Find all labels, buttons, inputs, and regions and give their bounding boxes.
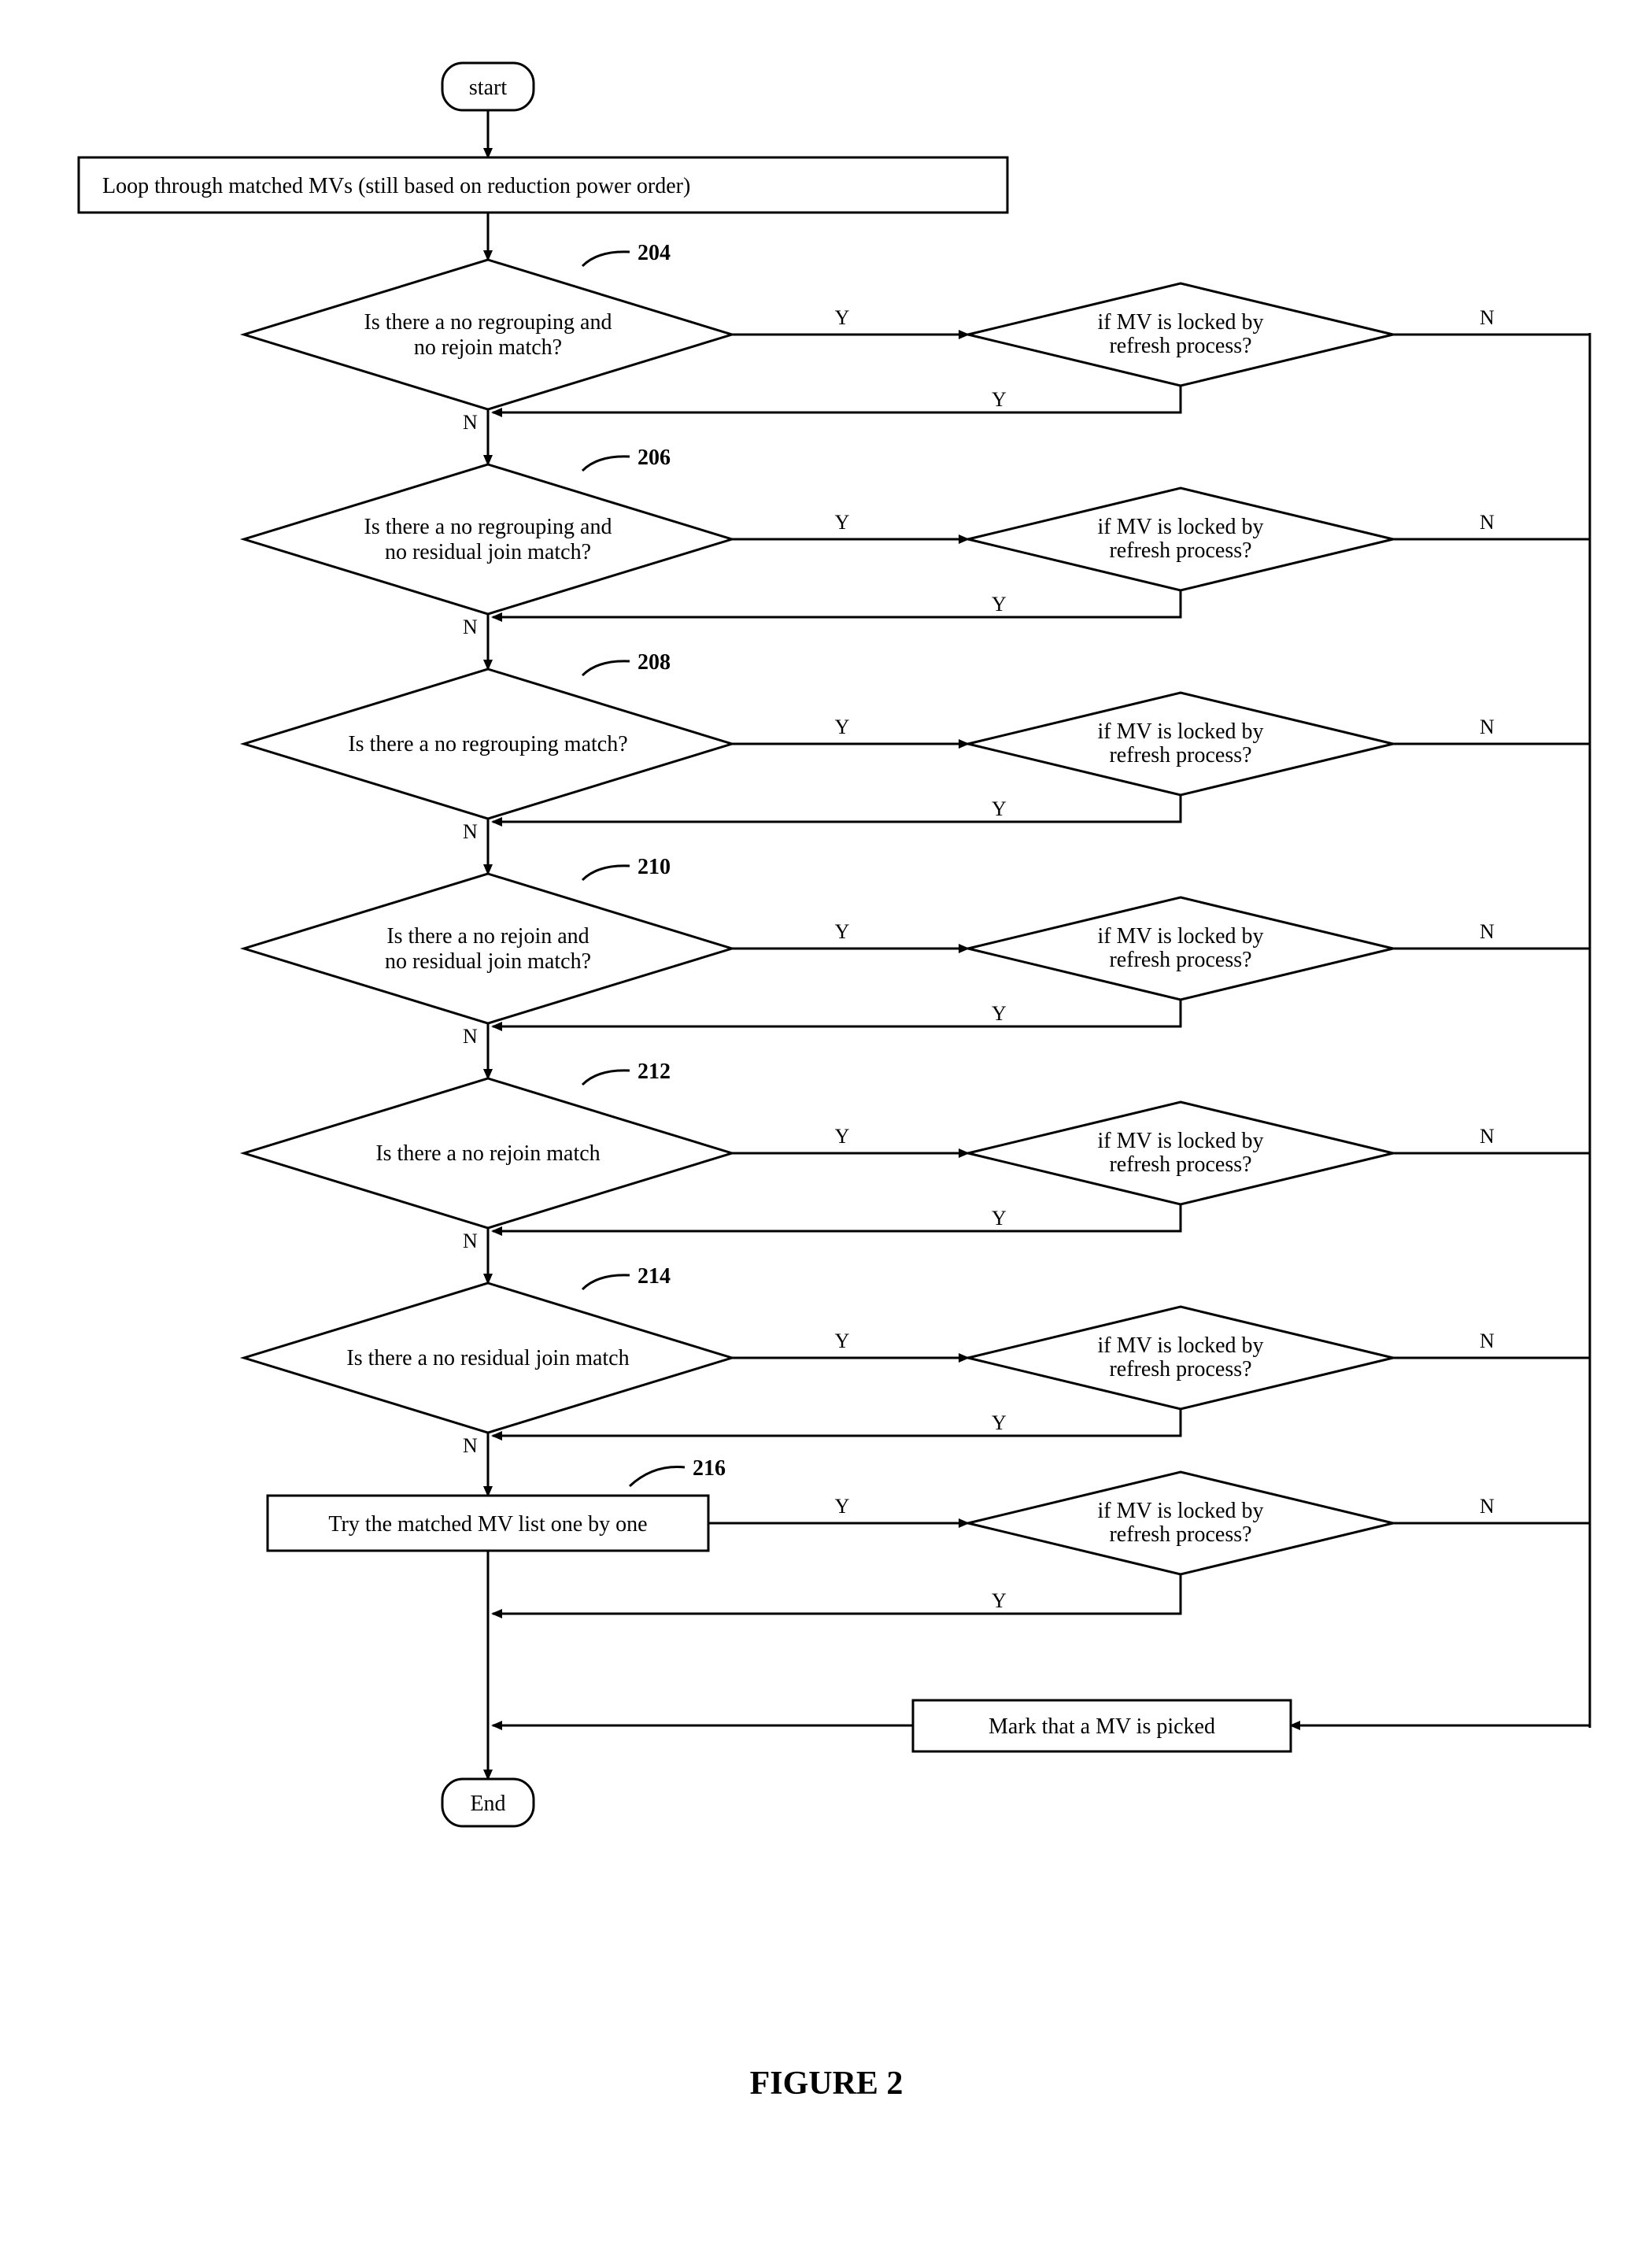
flowchart-svg: start Loop through matched MVs (still ba… [31,31,1621,2225]
start-terminal: start [442,63,534,110]
ref-206: 206 [638,446,671,470]
lock-try-line1: if MV is locked by [1097,1499,1263,1523]
edge-y-214: Y [835,1330,850,1352]
ref-216: 216 [693,1456,726,1481]
lock-212-line2: refresh process? [1109,1152,1251,1177]
lock-206-line1: if MV is locked by [1097,515,1263,539]
lock-210-line2: refresh process? [1109,948,1251,972]
edge-n-left-206: N [463,616,478,638]
edge-n-left-212: N [463,1230,478,1252]
lock-214-line1: if MV is locked by [1097,1333,1263,1358]
decision-204-line2: no rejoin match? [414,335,562,360]
edge-n-lock-214: N [1480,1330,1495,1352]
edge-n-left-214: N [463,1434,478,1457]
edge-n-lock-try: N [1480,1495,1495,1518]
edge-y-lock-210: Y [992,1002,1007,1025]
edge-y-lock-206: Y [992,593,1007,616]
edge-y-lock-208: Y [992,797,1007,820]
end-terminal: End [442,1779,534,1826]
ref-210: 210 [638,855,671,879]
edge-n-lock-208: N [1480,716,1495,738]
lock-212-line1: if MV is locked by [1097,1129,1263,1153]
edge-y-lock-try: Y [992,1589,1007,1612]
edge-n-left-208: N [463,820,478,843]
decision-204-line1: Is there a no regrouping and [364,310,612,335]
edge-y-lock-204: Y [992,388,1007,411]
edge-y-try: Y [835,1495,850,1518]
edge-n-lock-212: N [1480,1125,1495,1148]
edge-n-lock-210: N [1480,920,1495,943]
ref-208: 208 [638,650,671,675]
decision-206-line2: no residual join match? [385,540,591,564]
edge-y-210: Y [835,920,850,943]
decision-214-line1: Is there a no residual join match [346,1346,629,1370]
decision-212-line1: Is there a no rejoin match [375,1141,600,1166]
edge-y-206: Y [835,511,850,534]
ref-214: 214 [638,1264,671,1289]
figure-title: FIGURE 2 [750,2066,904,2102]
decision-204-row: Is there a no regrouping and no rejoin m… [244,241,1590,464]
try-box-label: Try the matched MV list one by one [328,1512,647,1537]
lock-204-line2: refresh process? [1109,334,1251,358]
ref-212: 212 [638,1060,671,1084]
lock-208-line2: refresh process? [1109,743,1251,767]
loop-process: Loop through matched MVs (still based on… [79,157,1007,213]
decision-208-line1: Is there a no regrouping match? [348,732,627,756]
edge-n-left-210: N [463,1025,478,1048]
lock-204-line1: if MV is locked by [1097,310,1263,335]
lock-206-line2: refresh process? [1109,538,1251,563]
mark-process: Mark that a MV is picked [913,1700,1291,1751]
edge-y-208: Y [835,716,850,738]
start-label: start [469,76,507,100]
decision-210-line1: Is there a no rejoin and [386,924,589,949]
edge-y-204: Y [835,306,850,329]
edge-n-lock-204: N [1480,306,1495,329]
decision-212-row: Is there a no rejoin match 212 Y if MV i… [244,1060,1590,1283]
loop-label: Loop through matched MVs (still based on… [102,174,690,198]
edge-y-lock-214: Y [992,1411,1007,1434]
edge-n-lock-206: N [1480,511,1495,534]
lock-210-line1: if MV is locked by [1097,924,1263,949]
edge-y-212: Y [835,1125,850,1148]
mark-box-label: Mark that a MV is picked [989,1714,1215,1739]
edge-n-left-204: N [463,411,478,434]
decision-208-row: Is there a no regrouping match? 208 Y if… [244,650,1590,874]
lock-try-line2: refresh process? [1109,1522,1251,1547]
decision-210-line2: no residual join match? [385,949,591,974]
end-label: End [470,1792,505,1816]
decision-206-line1: Is there a no regrouping and [364,515,612,539]
decision-210-row: Is there a no rejoin and no residual joi… [244,855,1590,1078]
ref-204: 204 [638,241,671,265]
lock-214-line2: refresh process? [1109,1357,1251,1381]
edge-y-lock-212: Y [992,1207,1007,1230]
decision-214-row: Is there a no residual join match 214 Y … [244,1264,1590,1496]
decision-206-row: Is there a no regrouping and no residual… [244,446,1590,669]
lock-208-line1: if MV is locked by [1097,719,1263,744]
